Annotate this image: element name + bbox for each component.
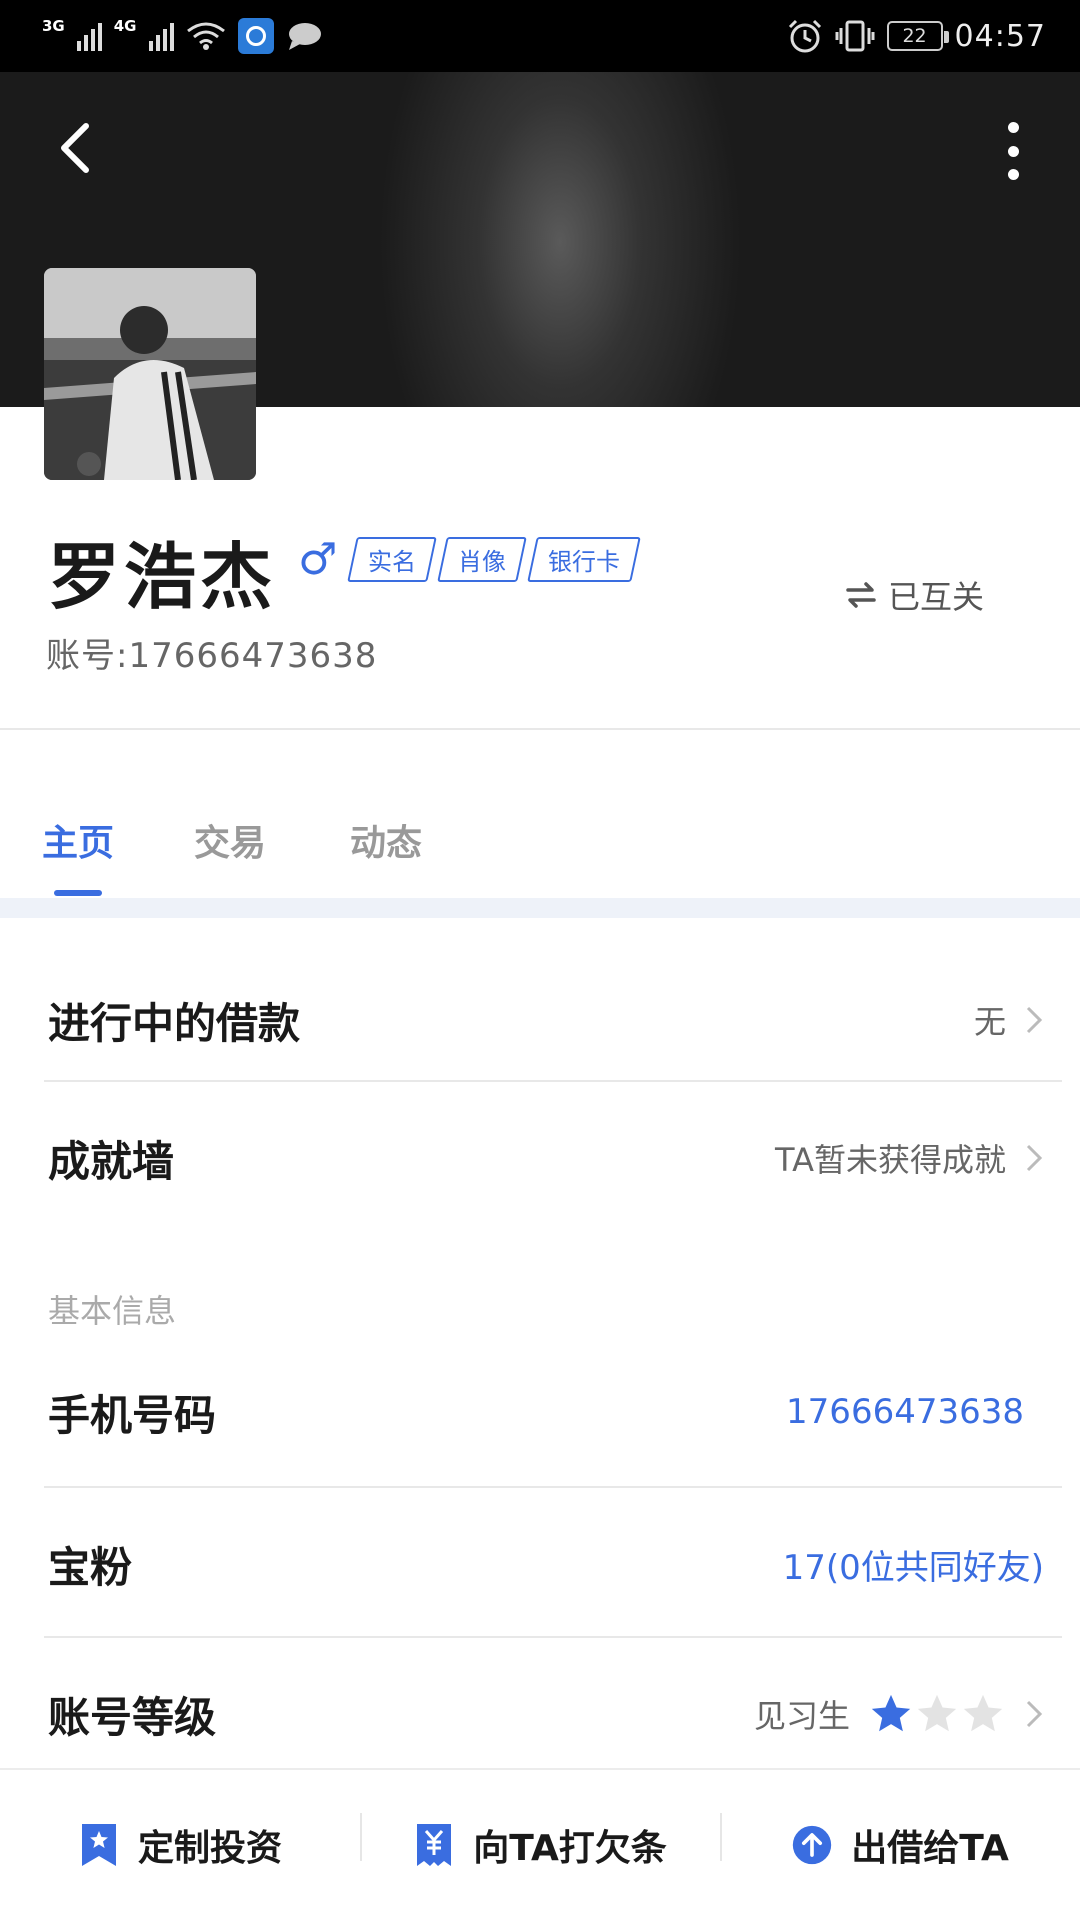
tab-home[interactable]: 主页 (42, 814, 114, 866)
signal-icon (76, 21, 102, 51)
status-bar: 3G 4G 22 04:57 (0, 0, 1080, 72)
message-icon (288, 23, 321, 50)
row-phone-number[interactable]: 手机号码 17666473638 (0, 1352, 1080, 1472)
mutual-follow-label: 已互关 (888, 578, 985, 616)
battery-level: 22 (902, 25, 927, 47)
tag-label: 肖像 (458, 548, 506, 576)
row-fans[interactable]: 宝粉 17(0位共同好友) (0, 1504, 1080, 1624)
verification-tags: 实名 肖像 银行卡 (347, 537, 641, 582)
mutual-follow-button[interactable]: 已互关 (846, 572, 984, 618)
row-achievement-wall[interactable]: 成就墙 TA暂未获得成就 (0, 1098, 1080, 1218)
swap-icon (846, 582, 876, 608)
alarm-icon (788, 19, 821, 53)
row-label: 进行中的借款 (48, 998, 301, 1048)
signal-icon-2 (148, 21, 174, 51)
row-value: 17(0位共同好友) (783, 1540, 1044, 1589)
chevron-right-icon (1026, 1006, 1043, 1034)
row-value: TA暂未获得成就 (775, 1135, 1044, 1181)
profile-name: 罗浩杰 (48, 535, 277, 619)
custom-invest-button[interactable]: 定制投资 (0, 1819, 360, 1871)
row-value: 见习生 (754, 1691, 1044, 1737)
lend-label: 出借给TA (851, 1828, 1009, 1869)
status-left: 3G 4G (42, 17, 322, 54)
bookmark-star-icon (81, 1824, 116, 1866)
section-title-basic-info: 基本信息 (48, 1292, 177, 1330)
row-ongoing-loans[interactable]: 进行中的借款 无 (0, 960, 1080, 1080)
app-notification-icon (237, 18, 274, 54)
gender-icon: ♂ (298, 534, 338, 585)
divider (44, 1636, 1062, 1638)
tag-portrait: 肖像 (437, 537, 527, 582)
network-type-2: 4G (113, 17, 137, 35)
star-empty-icon (963, 1694, 1003, 1732)
star-filled-icon (871, 1694, 911, 1732)
chevron-right-icon (1026, 1700, 1043, 1728)
tab-moments[interactable]: 动态 (350, 814, 422, 866)
iou-label: 向TA打欠条 (473, 1828, 667, 1869)
battery-icon: 22 (886, 21, 949, 51)
tab-transactions[interactable]: 交易 (194, 814, 266, 866)
back-icon[interactable] (52, 118, 102, 178)
divider (44, 1080, 1062, 1082)
more-options-icon[interactable] (998, 122, 1028, 180)
yuan-receipt-icon (417, 1824, 452, 1866)
row-account-level[interactable]: 账号等级 见习生 (0, 1654, 1080, 1774)
level-value: 见习生 (753, 1697, 850, 1735)
row-label: 宝粉 (48, 1542, 133, 1592)
arrow-up-circle-icon (793, 1825, 832, 1865)
account-number: 账号:17666473638 (46, 636, 378, 676)
row-value: 无 (974, 997, 1044, 1043)
level-stars (868, 1691, 1006, 1737)
phone-value: 17666473638 (786, 1392, 1024, 1432)
loans-value: 无 (973, 1003, 1006, 1041)
custom-invest-label: 定制投资 (137, 1828, 282, 1869)
iou-button[interactable]: 向TA打欠条 (360, 1813, 720, 1871)
network-type-1: 3G (42, 17, 65, 35)
tag-label: 实名 (368, 548, 416, 576)
achievements-value: TA暂未获得成就 (775, 1141, 1006, 1179)
chevron-right-icon (1026, 1144, 1043, 1172)
vibrate-icon (835, 20, 875, 52)
tab-indicator (54, 890, 102, 896)
fans-value: 17(0位共同好友) (782, 1547, 1044, 1588)
wifi-icon (186, 22, 225, 50)
divider (44, 1486, 1062, 1488)
star-empty-icon (917, 1694, 957, 1732)
section-separator (0, 898, 1080, 918)
divider (0, 728, 1080, 730)
avatar-photo (44, 268, 256, 480)
tag-bank-card: 银行卡 (527, 537, 641, 582)
lend-button[interactable]: 出借给TA (720, 1813, 1080, 1871)
status-right: 22 04:57 (787, 18, 1046, 54)
bottom-action-bar: 定制投资 向TA打欠条 出借给TA (0, 1768, 1080, 1920)
tag-real-name: 实名 (347, 537, 437, 582)
row-label: 账号等级 (48, 1692, 217, 1742)
status-time: 04:57 (954, 18, 1046, 54)
avatar[interactable] (44, 268, 256, 480)
row-label: 成就墙 (48, 1136, 175, 1186)
row-value: 17666473638 (786, 1392, 1044, 1432)
tag-label: 银行卡 (548, 548, 620, 576)
row-label: 手机号码 (48, 1390, 217, 1440)
